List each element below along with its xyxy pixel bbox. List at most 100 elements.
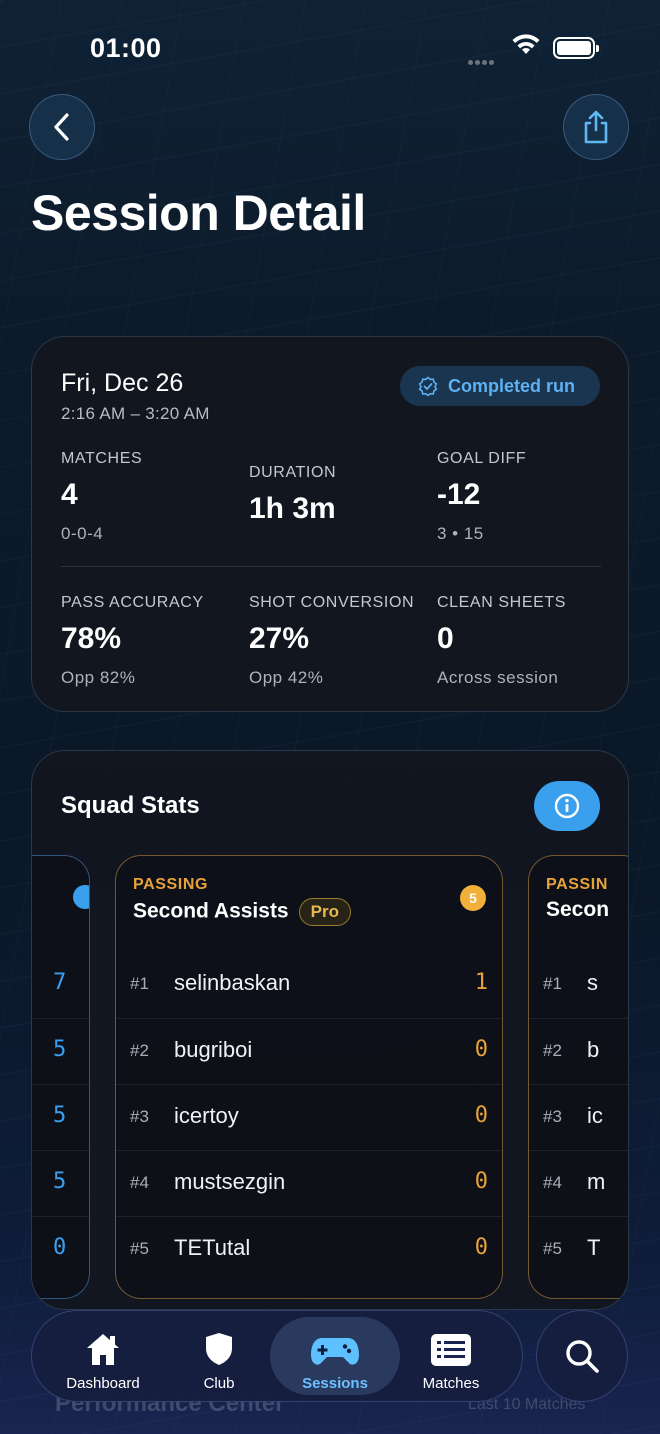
stat-sub: Opp 82% [61,668,136,687]
wifi-icon [511,34,541,61]
stat-value: 0 [437,622,454,655]
row-score: 5 [53,1169,67,1194]
leaderboard-row: 7 [32,952,89,1018]
stat-sub: 0-0-4 [61,524,104,543]
row-player: selinbaskan [174,970,291,995]
row-score: 5 [53,1103,67,1128]
share-button[interactable] [563,94,629,160]
row-score: 0 [474,1037,488,1062]
row-player: T [587,1235,601,1260]
leaderboard-row[interactable]: #5 TETutal 0 [116,1216,502,1282]
leaderboard-card-second-assists[interactable]: PASSING Second Assists Pro 5 #1 selinbask… [115,855,503,1299]
stat-sub: Opp 42% [249,668,324,687]
stat-label: MATCHES [61,450,143,467]
tab-label: Sessions [302,1375,368,1392]
stat-matches: MATCHES 4 0-0-4 [61,450,142,544]
row-rank: #2 [543,1041,562,1060]
row-score: 0 [474,1169,488,1194]
tab-sessions[interactable]: Sessions [270,1317,400,1395]
row-player: m [587,1169,606,1194]
leaderboard-row[interactable]: #3 icertoy 0 [116,1084,502,1150]
leaderboard-row: #1 s [529,952,628,1018]
page-title: Session Detail [31,185,366,241]
row-rank: #2 [130,1041,149,1060]
row-score: 0 [53,1235,67,1260]
search-button[interactable] [536,1310,628,1402]
tab-club[interactable]: Club [154,1317,284,1395]
session-date: Fri, Dec 26 [61,369,184,397]
leaderboard-row: #3 ic [529,1084,628,1150]
status-time: 01:00 [90,33,162,63]
leaderboard-row: 5 [32,1084,89,1150]
row-player: icertoy [174,1103,239,1128]
search-icon [566,1340,599,1373]
tab-matches[interactable]: Matches [386,1317,516,1395]
house-icon [84,1325,122,1367]
row-rank: #5 [543,1239,562,1258]
count-badge: 5 [460,885,486,911]
leaderboard-row[interactable]: #1 selinbaskan 1 [116,952,502,1018]
leaderboard-name: Second Assists [133,899,289,923]
row-player: TETutal [174,1235,251,1260]
row-rank: #1 [130,974,149,993]
row-rank: #1 [543,974,562,993]
leaderboard-row[interactable]: #4 mustsezgin 0 [116,1150,502,1216]
row-score: 0 [474,1103,488,1128]
stat-value: 1h 3m [249,492,336,525]
squad-stats-card: Squad Stats 7 5 5 5 0 PASSING Second Ass… [31,750,629,1310]
pro-badge: Pro [298,898,351,926]
back-button[interactable] [29,94,95,160]
session-time-range: 2:16 AM – 3:20 AM [61,404,210,423]
row-rank: #4 [543,1173,562,1192]
row-player: ic [587,1103,603,1128]
row-player: s [587,970,598,995]
shield-icon [203,1325,235,1367]
stat-goal-diff: GOAL DIFF -12 3 • 15 [437,450,526,544]
leaderboard-title: Second Assists Pro [133,898,351,926]
row-score: 7 [53,970,67,995]
completed-run-badge: Completed run [400,366,600,406]
leaderboard-row: #4 m [529,1150,628,1216]
cellular-signal-icon [468,52,496,70]
badge-label: Completed run [448,375,576,396]
count-badge [73,885,89,909]
leaderboard-card-next[interactable]: PASSIN Secon #1 s #2 b #3 ic #4 m #5 T [528,855,628,1299]
leaderboard-card-previous[interactable]: 7 5 5 5 0 [32,855,90,1299]
tab-label: Dashboard [66,1375,140,1392]
divider [61,566,601,567]
row-score: 0 [474,1235,488,1260]
status-bar: 01:00 [0,0,660,96]
stat-value: -12 [437,478,481,511]
leaderboard-row[interactable]: #2 bugriboi 0 [116,1018,502,1084]
leaderboard-row: 0 [32,1216,89,1282]
chevron-left-icon [54,113,69,141]
stat-shot-conversion: SHOT CONVERSION 27% Opp 42% [249,594,414,688]
leaderboard-name: Secon [546,898,610,921]
squad-stats-title: Squad Stats [61,792,200,819]
leaderboard-row: #2 b [529,1018,628,1084]
share-icon [584,110,608,144]
info-button[interactable] [534,781,600,831]
row-rank: #3 [130,1107,149,1126]
stat-label: CLEAN SHEETS [437,594,567,611]
row-rank: #3 [543,1107,562,1126]
row-player: mustsezgin [174,1169,286,1194]
tab-label: Matches [422,1375,480,1392]
verified-badge-icon [418,376,438,396]
list-icon [430,1325,472,1367]
row-player: b [587,1037,600,1062]
stat-sub: 3 • 15 [437,524,484,543]
row-score: 5 [53,1037,67,1062]
leaderboard-row: #5 T [529,1216,628,1282]
session-summary-card: Fri, Dec 26 2:16 AM – 3:20 AM Completed … [31,336,629,712]
stat-value: 4 [61,478,78,511]
tab-dashboard[interactable]: Dashboard [38,1317,168,1395]
leaderboard-category: PASSIN [546,876,608,893]
leaderboard-row: 5 [32,1018,89,1084]
stat-value: 27% [249,622,310,655]
leaderboard-category: PASSING [133,876,209,893]
stat-clean-sheets: CLEAN SHEETS 0 Across session [437,594,566,688]
stat-label: GOAL DIFF [437,450,527,467]
leaderboard-row: 5 [32,1150,89,1216]
stat-pass-accuracy: PASS ACCURACY 78% Opp 82% [61,594,204,688]
